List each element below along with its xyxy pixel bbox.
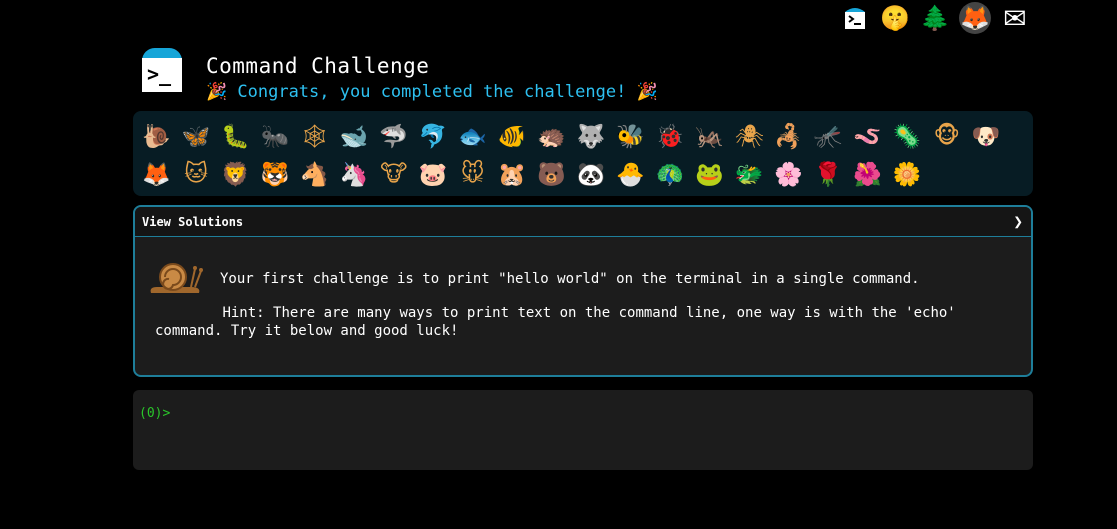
view-solutions-toggle[interactable]: View Solutions ❯ [135,207,1031,237]
shushing-face-icon[interactable]: 🤫 [879,2,911,34]
challenge-animal-icon[interactable]: 🦗 [690,117,730,155]
challenge-animal-icon[interactable]: 🐟 [453,117,493,155]
challenge-animal-icon[interactable]: 🕸 [295,117,335,155]
challenge-animal-icon[interactable]: 🐺 [572,117,612,155]
challenge-animal-icon[interactable]: 🐲 [730,155,770,193]
challenge-animal-icon[interactable]: 🐸 [690,155,730,193]
challenge-animal-icon[interactable]: 🐶 [967,117,1007,155]
page-header: >_ Command Challenge 🎉 Congrats, you com… [138,48,658,102]
top-nav: 🤫 🌲 🦊 ✉ [839,2,1031,35]
challenge-animal-icon[interactable]: 🐼 [572,155,612,193]
challenge-animal-icon[interactable]: 🐯 [256,155,296,193]
challenge-animal-icon[interactable]: 🐌 [137,117,177,155]
challenge-animal-icon[interactable]: 🦔 [532,117,572,155]
challenge-animal-icon[interactable]: 🐠 [493,117,533,155]
challenge-animal-icon[interactable]: 🐹 [493,155,533,193]
terminal-input-area[interactable]: (0)> [133,390,1033,470]
chevron-right-icon: ❯ [1013,212,1023,231]
challenge-animal-icon[interactable]: 🐝 [611,117,651,155]
challenge-animal-icon[interactable]: 🦈 [374,117,414,155]
mail-icon[interactable]: ✉ [999,2,1031,35]
page-title: Command Challenge [206,54,430,78]
challenge-animal-icon[interactable]: 🐷 [414,155,454,193]
command-challenge-logo: >_ [138,48,184,94]
challenge-animal-icon[interactable]: 🐛 [216,117,256,155]
challenge-animal-icon[interactable]: 🐻 [532,155,572,193]
challenge-animal-icon[interactable]: 🦠 [888,117,928,155]
challenge-animal-icon[interactable]: 🦚 [651,155,691,193]
challenge-animal-icon[interactable]: 🦊 [137,155,177,193]
challenge-animal-icon[interactable]: 🪱 [848,117,888,155]
snail-icon [150,263,203,293]
challenge-animal-icon[interactable]: 🌸 [769,155,809,193]
terminal-prompt: (0)> [139,406,171,421]
challenge-animal-icon[interactable]: 🐵 [927,117,967,155]
challenge-animal-icon[interactable]: 🐬 [414,117,454,155]
challenge-animal-icon[interactable]: 🌺 [848,155,888,193]
congrats-message: 🎉 Congrats, you completed the challenge!… [206,82,658,102]
gitlab-icon[interactable]: 🦊 [959,2,991,34]
challenge-animal-icon[interactable]: 🐞 [651,117,691,155]
challenge-animal-icon[interactable]: 🌼 [888,155,928,193]
solutions-panel: View Solutions ❯ Your first challenge is… [133,205,1033,377]
challenge-animal-icon[interactable]: 🕷 [730,117,770,155]
challenge-animal-icon[interactable]: 🦁 [216,155,256,193]
challenge-animal-icon[interactable]: 🦂 [769,117,809,155]
challenge-animal-icon[interactable]: 🐱 [177,155,217,193]
terminal-logo-icon[interactable] [839,2,871,34]
logo-prompt: >_ [147,62,172,86]
challenge-animal-icon[interactable]: 🐴 [295,155,335,193]
view-solutions-label: View Solutions [142,214,244,229]
challenge-animal-icon[interactable]: 🦟 [809,117,849,155]
challenge-animal-icon[interactable]: 🐋 [335,117,375,155]
challenge-animal-icon[interactable]: 🌹 [809,155,849,193]
challenge-animal-icon[interactable]: 🦄 [335,155,375,193]
challenge-animal-icon[interactable]: 🦋 [177,117,217,155]
challenge-animal-icon[interactable]: 🐜 [256,117,296,155]
challenge-description: Your first challenge is to print "hello … [220,271,920,287]
challenge-progress-grid: 🐌 🦋 🐛 🐜 🕸 🐋 🦈 🐬 🐟 🐠 🦔 🐺 🐝 🐞 🦗 🕷 🦂 🦟 🪱 🦠 🐵 🐶 🦊 🐱 🦁 🐯 🐴 🦄 🐮 🐷 🐭 🐹 🐻 🐼 🐣 🦚 🐸 🐲 🌸 🌹… [133,111,1033,196]
challenge-animal-icon[interactable]: 🐭 [453,155,493,193]
challenge-animal-icon[interactable]: 🐣 [611,155,651,193]
challenge-hint: Hint: There are many ways to print text … [155,305,956,339]
challenge-animal-icon[interactable]: 🐮 [374,155,414,193]
tree-icon[interactable]: 🌲 [919,2,951,34]
